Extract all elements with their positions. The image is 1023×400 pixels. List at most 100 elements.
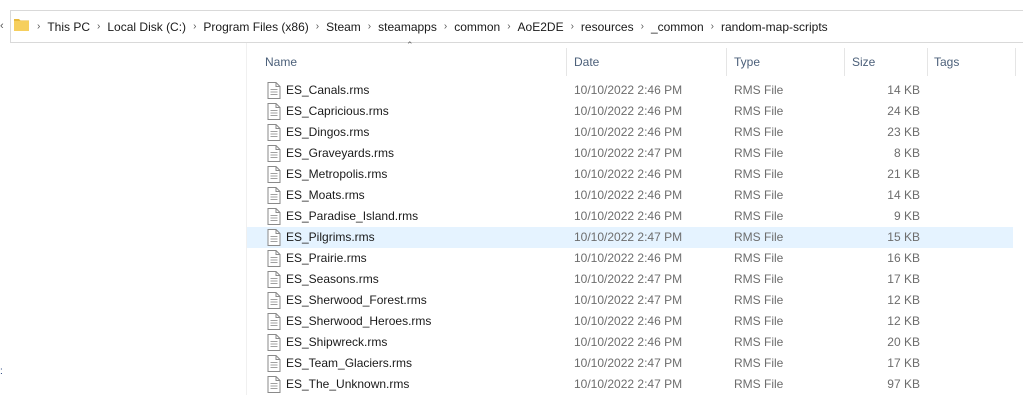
file-row[interactable]: ES_Team_Glaciers.rms 10/10/2022 2:47 PM RM… bbox=[247, 353, 1013, 374]
file-row[interactable]: ES_Prairie.rms 10/10/2022 2:46 PM RMS File… bbox=[247, 248, 1013, 269]
document-icon bbox=[267, 376, 281, 393]
file-size: 8 KB bbox=[893, 146, 920, 160]
file-type: RMS File bbox=[734, 377, 784, 391]
file-date: 10/10/2022 2:46 PM bbox=[574, 188, 683, 202]
file-row[interactable]: ES_Metropolis.rms 10/10/2022 2:46 PM RMS F… bbox=[247, 164, 1013, 185]
nav-pane-glyph: : bbox=[0, 366, 3, 377]
breadcrumb-item[interactable]: Program Files (x86) bbox=[203, 20, 308, 34]
breadcrumb-item[interactable]: Local Disk (C:) bbox=[107, 20, 186, 34]
chevron-right-icon[interactable]: › bbox=[361, 21, 378, 32]
document-icon bbox=[267, 208, 281, 225]
breadcrumb-item[interactable]: common bbox=[454, 20, 500, 34]
file-name: ES_The_Unknown.rms bbox=[286, 377, 410, 391]
file-type: RMS File bbox=[734, 209, 784, 223]
document-icon bbox=[267, 271, 281, 288]
column-size[interactable]: Size bbox=[844, 48, 875, 76]
file-row[interactable]: ES_Seasons.rms 10/10/2022 2:47 PM RMS File… bbox=[247, 269, 1013, 290]
document-icon bbox=[267, 166, 281, 183]
file-size: 24 KB bbox=[887, 104, 920, 118]
file-size: 14 KB bbox=[887, 188, 920, 202]
chevron-right-icon[interactable]: › bbox=[309, 21, 326, 32]
breadcrumb-item[interactable]: resources bbox=[581, 20, 634, 34]
file-row[interactable]: ES_Canals.rms 10/10/2022 2:46 PM RMS File 1… bbox=[247, 80, 1013, 101]
file-type: RMS File bbox=[734, 83, 784, 97]
document-icon bbox=[267, 355, 281, 372]
file-date: 10/10/2022 2:47 PM bbox=[574, 146, 683, 160]
breadcrumb-item[interactable]: Steam bbox=[326, 20, 361, 34]
document-icon bbox=[267, 292, 281, 309]
file-size: 14 KB bbox=[887, 83, 920, 97]
column-type[interactable]: Type bbox=[726, 48, 760, 76]
file-name: ES_Sherwood_Heroes.rms bbox=[286, 314, 432, 328]
file-size: 9 KB bbox=[893, 209, 920, 223]
chevron-left-icon[interactable]: ‹ bbox=[0, 18, 8, 34]
file-size: 17 KB bbox=[887, 272, 920, 286]
file-name: ES_Shipwreck.rms bbox=[286, 335, 388, 349]
column-separator[interactable] bbox=[1015, 48, 1016, 76]
file-size: 12 KB bbox=[887, 314, 920, 328]
file-date: 10/10/2022 2:46 PM bbox=[574, 335, 683, 349]
file-list: ES_Canals.rms 10/10/2022 2:46 PM RMS File 1… bbox=[247, 80, 1013, 395]
document-icon bbox=[267, 103, 281, 120]
chevron-right-icon[interactable]: › bbox=[30, 21, 47, 32]
column-header: ⌃ Name Date Type Size Tags bbox=[247, 40, 1023, 76]
file-row[interactable]: ES_The_Unknown.rms 10/10/2022 2:47 PM RMS … bbox=[247, 374, 1013, 395]
chevron-right-icon[interactable]: › bbox=[500, 21, 517, 32]
file-type: RMS File bbox=[734, 293, 784, 307]
file-size: 12 KB bbox=[887, 293, 920, 307]
file-row[interactable]: ES_Sherwood_Forest.rms 10/10/2022 2:47 PM… bbox=[247, 290, 1013, 311]
file-date: 10/10/2022 2:47 PM bbox=[574, 230, 683, 244]
document-icon bbox=[267, 145, 281, 162]
file-date: 10/10/2022 2:47 PM bbox=[574, 272, 683, 286]
document-icon bbox=[267, 124, 281, 141]
file-type: RMS File bbox=[734, 251, 784, 265]
file-row[interactable]: ES_Pilgrims.rms 10/10/2022 2:47 PM RMS Fil… bbox=[247, 227, 1013, 248]
file-type: RMS File bbox=[734, 356, 784, 370]
file-name: ES_Moats.rms bbox=[286, 188, 365, 202]
file-row[interactable]: ES_Capricious.rms 10/10/2022 2:46 PM RMS F… bbox=[247, 101, 1013, 122]
file-date: 10/10/2022 2:46 PM bbox=[574, 83, 683, 97]
file-date: 10/10/2022 2:46 PM bbox=[574, 125, 683, 139]
chevron-right-icon[interactable]: › bbox=[90, 21, 107, 32]
chevron-right-icon[interactable]: › bbox=[634, 21, 651, 32]
breadcrumb-item[interactable]: AoE2DE bbox=[518, 20, 564, 34]
file-date: 10/10/2022 2:47 PM bbox=[574, 377, 683, 391]
file-row[interactable]: ES_Graveyards.rms 10/10/2022 2:47 PM RMS F… bbox=[247, 143, 1013, 164]
column-date[interactable]: Date bbox=[566, 48, 599, 76]
breadcrumb: › This PC › Local Disk (C:) › Program Files (… bbox=[30, 10, 828, 43]
file-date: 10/10/2022 2:46 PM bbox=[574, 314, 683, 328]
file-name: ES_Dingos.rms bbox=[286, 125, 370, 139]
file-name: ES_Seasons.rms bbox=[286, 272, 379, 286]
file-name: ES_Prairie.rms bbox=[286, 251, 367, 265]
file-row[interactable]: ES_Paradise_Island.rms 10/10/2022 2:46 PM… bbox=[247, 206, 1013, 227]
document-icon bbox=[267, 250, 281, 267]
file-row[interactable]: ES_Moats.rms 10/10/2022 2:46 PM RMS File 14… bbox=[247, 185, 1013, 206]
chevron-right-icon[interactable]: › bbox=[437, 21, 454, 32]
file-date: 10/10/2022 2:46 PM bbox=[574, 209, 683, 223]
file-size: 97 KB bbox=[887, 377, 920, 391]
column-name[interactable]: Name bbox=[257, 48, 297, 76]
chevron-right-icon[interactable]: › bbox=[704, 21, 721, 32]
file-size: 21 KB bbox=[887, 167, 920, 181]
breadcrumb-item[interactable]: This PC bbox=[47, 20, 90, 34]
file-name: ES_Metropolis.rms bbox=[286, 167, 388, 181]
chevron-right-icon[interactable]: › bbox=[186, 21, 203, 32]
breadcrumb-item[interactable]: random-map-scripts bbox=[721, 20, 828, 34]
file-name: ES_Graveyards.rms bbox=[286, 146, 395, 160]
file-type: RMS File bbox=[734, 272, 784, 286]
chevron-right-icon[interactable]: › bbox=[564, 21, 581, 32]
file-name: ES_Team_Glaciers.rms bbox=[286, 356, 413, 370]
file-row[interactable]: ES_Dingos.rms 10/10/2022 2:46 PM RMS File 2… bbox=[247, 122, 1013, 143]
file-size: 23 KB bbox=[887, 125, 920, 139]
file-type: RMS File bbox=[734, 125, 784, 139]
document-icon bbox=[267, 229, 281, 246]
file-row[interactable]: ES_Shipwreck.rms 10/10/2022 2:46 PM RMS Fi… bbox=[247, 332, 1013, 353]
file-row[interactable]: ES_Sherwood_Heroes.rms 10/10/2022 2:46 PM… bbox=[247, 311, 1013, 332]
file-date: 10/10/2022 2:46 PM bbox=[574, 167, 683, 181]
file-size: 17 KB bbox=[887, 356, 920, 370]
breadcrumb-item[interactable]: steamapps bbox=[378, 20, 437, 34]
breadcrumb-item[interactable]: _common bbox=[651, 20, 704, 34]
file-name: ES_Canals.rms bbox=[286, 83, 370, 97]
column-tags[interactable]: Tags bbox=[926, 48, 959, 76]
file-size: 15 KB bbox=[887, 230, 920, 244]
